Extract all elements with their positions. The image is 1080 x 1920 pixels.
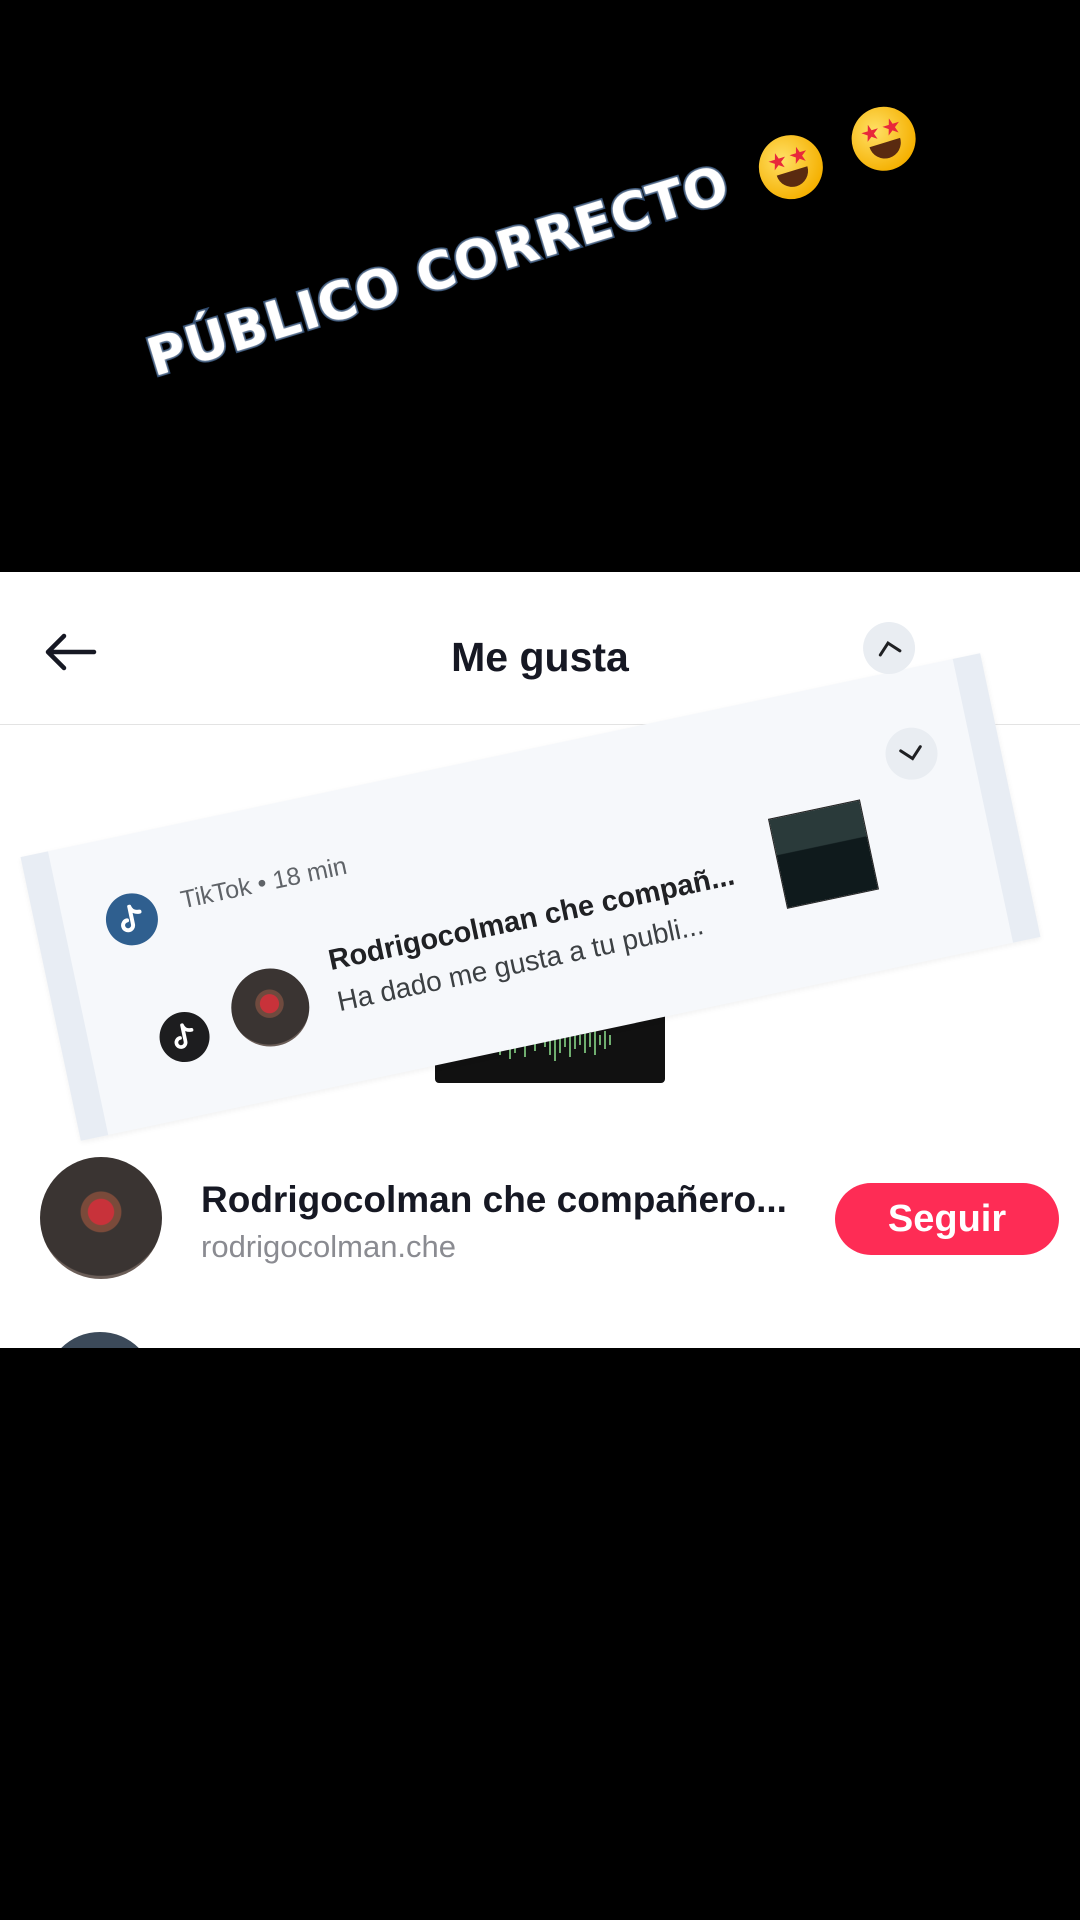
avatar[interactable] — [45, 1332, 155, 1348]
video-thumbnail — [767, 799, 880, 909]
caption-text: PÚBLICO CORRECTO — [138, 153, 738, 391]
chevron-down-icon[interactable] — [880, 722, 943, 785]
star-struck-emoji-icon — [750, 127, 831, 208]
follow-button[interactable]: Seguir — [835, 1183, 1059, 1255]
user-handle: rodrigocolman.che — [201, 1229, 457, 1264]
notification-app-name: TikTok — [178, 872, 254, 915]
notification-separator: • — [254, 868, 270, 899]
user-list-item[interactable]: Rodrigocolman che compañero... rodrigoco… — [0, 1157, 1080, 1287]
notification-time: 18 min — [270, 851, 350, 895]
star-struck-emoji-icon — [843, 98, 924, 179]
avatar[interactable] — [40, 1157, 162, 1279]
tiktok-icon — [154, 1007, 215, 1067]
avatar — [224, 961, 317, 1054]
likes-screen: Me gusta Rodrigocolman che compañero... … — [0, 572, 1080, 1348]
user-display-name: Rodrigocolman che compañero... — [201, 1179, 787, 1220]
tiktok-icon — [101, 888, 163, 951]
notification-source: TikTok • 18 min — [178, 852, 349, 916]
overlay-caption: PÚBLICO CORRECTO — [138, 98, 924, 394]
